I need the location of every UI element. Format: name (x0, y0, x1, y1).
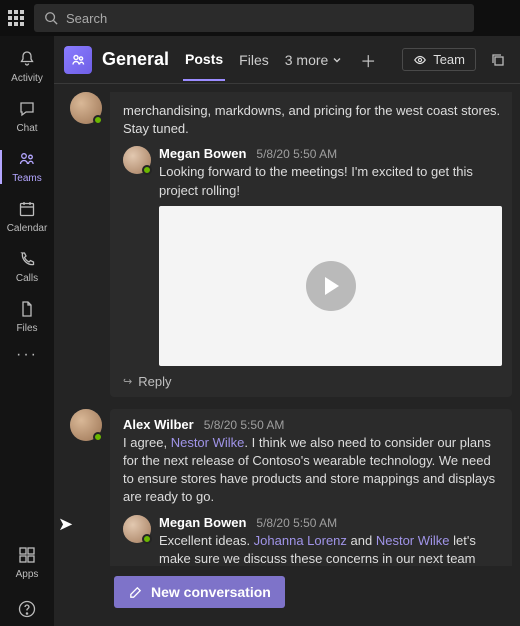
reply-author: Megan Bowen (159, 515, 246, 530)
rail-label: Activity (11, 73, 43, 84)
rail-label: Teams (12, 173, 41, 184)
rail-chat[interactable]: Chat (0, 92, 54, 142)
post-reply: Megan Bowen 5/8/20 5:50 AM Looking forwa… (123, 146, 502, 365)
team-avatar-icon (70, 52, 86, 68)
rail-label: Calls (16, 273, 38, 284)
presence-available-icon (93, 432, 103, 442)
post-text: I agree, Nestor Wilke. I think we also n… (123, 434, 502, 507)
post-body: Alex Wilber 5/8/20 5:50 AM I agree, Nest… (110, 409, 512, 566)
rail-teams[interactable]: Teams (0, 142, 54, 192)
play-icon (306, 261, 356, 311)
new-conversation-label: New conversation (151, 584, 271, 600)
reply-text: Looking forward to the meetings! I'm exc… (159, 163, 502, 199)
avatar[interactable] (70, 92, 102, 124)
avatar[interactable] (123, 515, 151, 543)
post-thread: Alex Wilber 5/8/20 5:50 AM I agree, Nest… (54, 401, 512, 566)
teams-icon (16, 148, 38, 170)
channel-view: General Posts Files 3 more ＋ Team mercha… (54, 36, 520, 626)
chevron-down-icon (332, 55, 342, 65)
add-tab-button[interactable]: ＋ (356, 48, 380, 72)
post-reply: Megan Bowen 5/8/20 5:50 AM Excellent ide… (123, 515, 502, 567)
tab-posts[interactable]: Posts (183, 39, 225, 81)
new-conversation-button[interactable]: New conversation (114, 576, 285, 608)
rail-apps[interactable]: Apps (0, 538, 54, 588)
team-button-label: Team (433, 52, 465, 67)
eye-icon (413, 53, 427, 67)
presence-available-icon (142, 165, 152, 175)
posts-scroll[interactable]: merchandising, markdowns, and pricing fo… (54, 84, 520, 566)
bell-icon (16, 48, 38, 70)
channel-tabs: Posts Files 3 more ＋ (183, 39, 380, 81)
post-author: Alex Wilber (123, 417, 194, 432)
tab-more[interactable]: 3 more (283, 40, 345, 80)
rail-label: Calendar (7, 223, 48, 234)
meet-team-button[interactable]: Team (402, 48, 476, 71)
reply-text: Excellent ideas. Johanna Lorenz and Nest… (159, 532, 502, 567)
reply-label: Reply (138, 374, 171, 389)
reply-timestamp: 5/8/20 5:50 AM (256, 147, 337, 161)
chat-icon (16, 98, 38, 120)
post-text: merchandising, markdowns, and pricing fo… (123, 102, 502, 138)
rail-calls[interactable]: Calls (0, 242, 54, 292)
rail-activity[interactable]: Activity (0, 42, 54, 92)
composer-area: New conversation (54, 566, 520, 626)
compose-icon (128, 585, 143, 600)
reply-author: Megan Bowen (159, 146, 246, 161)
reply-timestamp: 5/8/20 5:50 AM (256, 516, 337, 530)
reply-arrow-icon: ↩ (123, 375, 132, 388)
channel-header: General Posts Files 3 more ＋ Team (54, 36, 520, 84)
post-timestamp: 5/8/20 5:50 AM (204, 418, 285, 432)
tab-more-label: 3 more (285, 52, 329, 68)
channel-title: General (102, 49, 169, 70)
apps-icon (16, 544, 38, 566)
post-body: merchandising, markdowns, and pricing fo… (110, 92, 512, 397)
app-launcher-icon[interactable] (6, 8, 26, 28)
rail-files[interactable]: Files (0, 292, 54, 342)
post-thread: merchandising, markdowns, and pricing fo… (54, 84, 512, 401)
rail-calendar[interactable]: Calendar (0, 192, 54, 242)
reply-button[interactable]: ↩ Reply (123, 374, 502, 389)
video-attachment[interactable] (159, 206, 502, 366)
mention-link[interactable]: Nestor Wilke (376, 533, 450, 548)
window-titlebar: Search (0, 0, 520, 36)
mention-link[interactable]: Johanna Lorenz (254, 533, 347, 548)
tab-files[interactable]: Files (237, 40, 271, 80)
file-icon (16, 298, 38, 320)
rail-label: Files (16, 323, 37, 334)
rail-label: Chat (16, 123, 37, 134)
presence-available-icon (93, 115, 103, 125)
calendar-icon (16, 198, 38, 220)
rail-label: Apps (16, 569, 39, 580)
search-icon (44, 11, 58, 25)
phone-icon (16, 248, 38, 270)
avatar[interactable] (123, 146, 151, 174)
app-rail: Activity Chat Teams Calendar Calls Files… (0, 36, 54, 626)
search-input[interactable]: Search (34, 4, 474, 32)
team-avatar[interactable] (64, 46, 92, 74)
help-icon[interactable] (16, 598, 38, 620)
presence-available-icon (142, 534, 152, 544)
avatar[interactable] (70, 409, 102, 441)
rail-more-button[interactable]: ··· (16, 346, 38, 364)
mention-link[interactable]: Nestor Wilke (171, 435, 245, 450)
search-placeholder: Search (66, 11, 107, 26)
popout-icon[interactable] (486, 48, 510, 72)
